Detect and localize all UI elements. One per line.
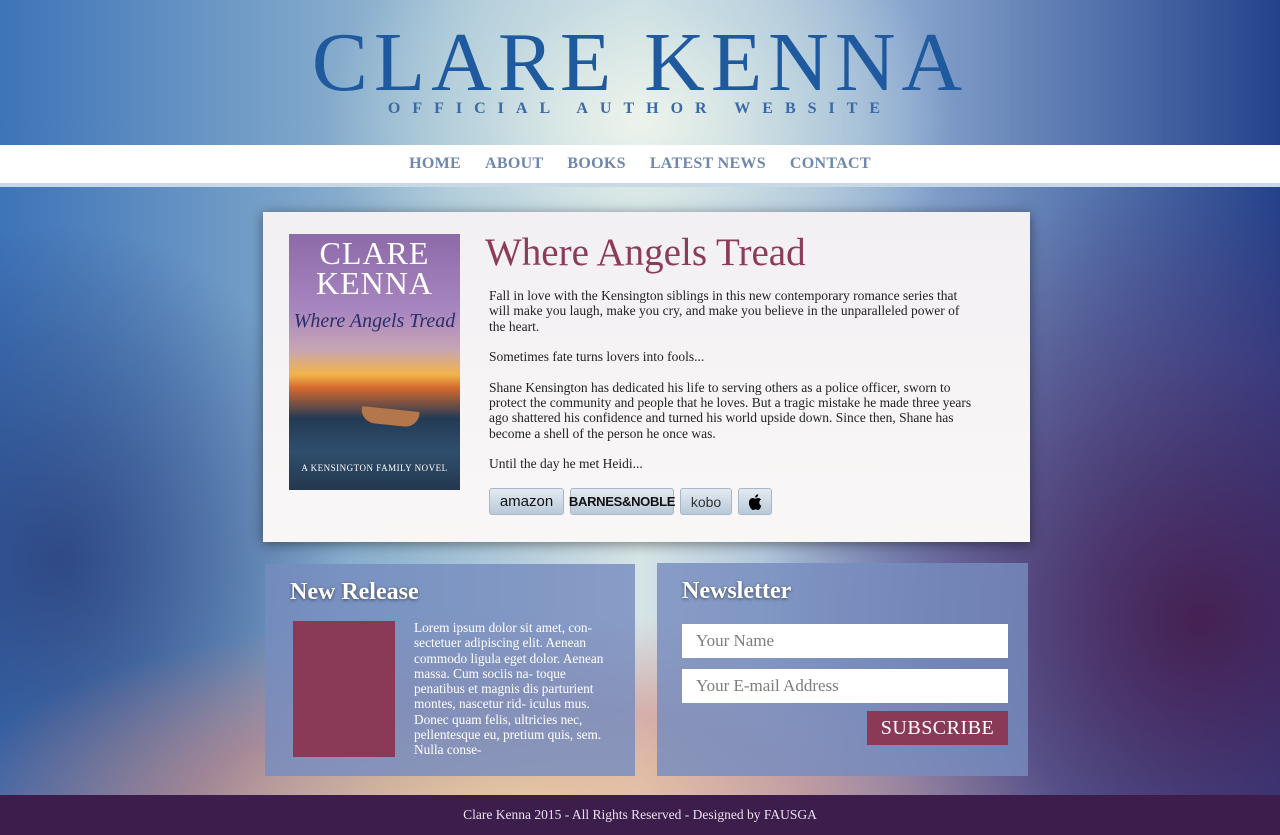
new-release-text: Lorem ipsum dolor sit amet, con- sectetu…	[414, 620, 604, 758]
apple-icon	[748, 493, 762, 510]
cover-boat-illustration	[360, 406, 420, 428]
apple-books-button[interactable]	[738, 488, 772, 515]
new-release-panel: New Release Lorem ipsum dolor sit amet, …	[265, 564, 635, 776]
book-paragraph: Shane Kensington has dedicated his life …	[489, 379, 972, 441]
nav-books[interactable]: BOOKS	[555, 155, 637, 173]
barnes-noble-button[interactable]: BARNES&NOBLE	[568, 488, 676, 515]
cover-title: Where Angels Tread	[293, 310, 456, 332]
book-paragraph: Until the day he met Heidi...	[489, 456, 643, 472]
nav-latest-news[interactable]: LATEST NEWS	[638, 155, 778, 173]
cover-author-last: KENNA	[316, 265, 433, 301]
subscribe-button[interactable]: SUBSCRIBE	[867, 711, 1008, 745]
barnes-noble-label: BARNES&NOBLE	[568, 494, 676, 509]
kobo-label: kobo	[690, 493, 722, 510]
nav-about[interactable]: ABOUT	[473, 155, 555, 173]
site-footer: Clare Kenna 2015 - All Rights Reserved -…	[0, 795, 1280, 835]
book-title: Where Angels Tread	[485, 231, 806, 274]
amazon-button[interactable]: amazon	[489, 488, 564, 515]
book-cover[interactable]: CLARE KENNA Where Angels Tread A KENSING…	[289, 234, 460, 490]
book-paragraph: Fall in love with the Kensington sibling…	[489, 288, 960, 334]
site-subtitle: OFFICIAL AUTHOR WEBSITE	[387, 100, 893, 117]
new-release-title: New Release	[290, 579, 419, 605]
featured-book-card: CLARE KENNA Where Angels Tread A KENSING…	[263, 212, 1030, 542]
new-release-cover[interactable]	[293, 621, 395, 757]
email-field[interactable]	[682, 669, 1008, 703]
nav-home[interactable]: HOME	[397, 155, 473, 173]
book-description: Fall in love with the Kensington sibling…	[489, 288, 979, 487]
cover-series: A KENSINGTON FAMILY NOVEL	[301, 463, 448, 473]
name-field[interactable]	[682, 624, 1008, 658]
newsletter-title: Newsletter	[682, 578, 792, 604]
kobo-button[interactable]: kobo	[680, 488, 732, 515]
main-nav: HOME ABOUT BOOKS LATEST NEWS CONTACT	[0, 145, 1280, 187]
book-paragraph: Sometimes fate turns lovers into fools..…	[489, 349, 705, 365]
nav-contact[interactable]: CONTACT	[778, 155, 883, 173]
newsletter-panel: Newsletter SUBSCRIBE	[657, 563, 1028, 776]
amazon-label: amazon	[499, 493, 554, 510]
site-title[interactable]: CLARE KENNA	[0, 18, 1280, 108]
site-header: CLARE KENNA OFFICIAL AUTHOR WEBSITE	[0, 0, 1280, 145]
cover-author: CLARE KENNA	[289, 235, 460, 301]
cover-author-first: CLARE	[319, 235, 430, 271]
footer-text: Clare Kenna 2015 - All Rights Reserved -…	[463, 807, 817, 822]
store-buttons: amazon BARNES&NOBLE kobo	[489, 488, 772, 515]
